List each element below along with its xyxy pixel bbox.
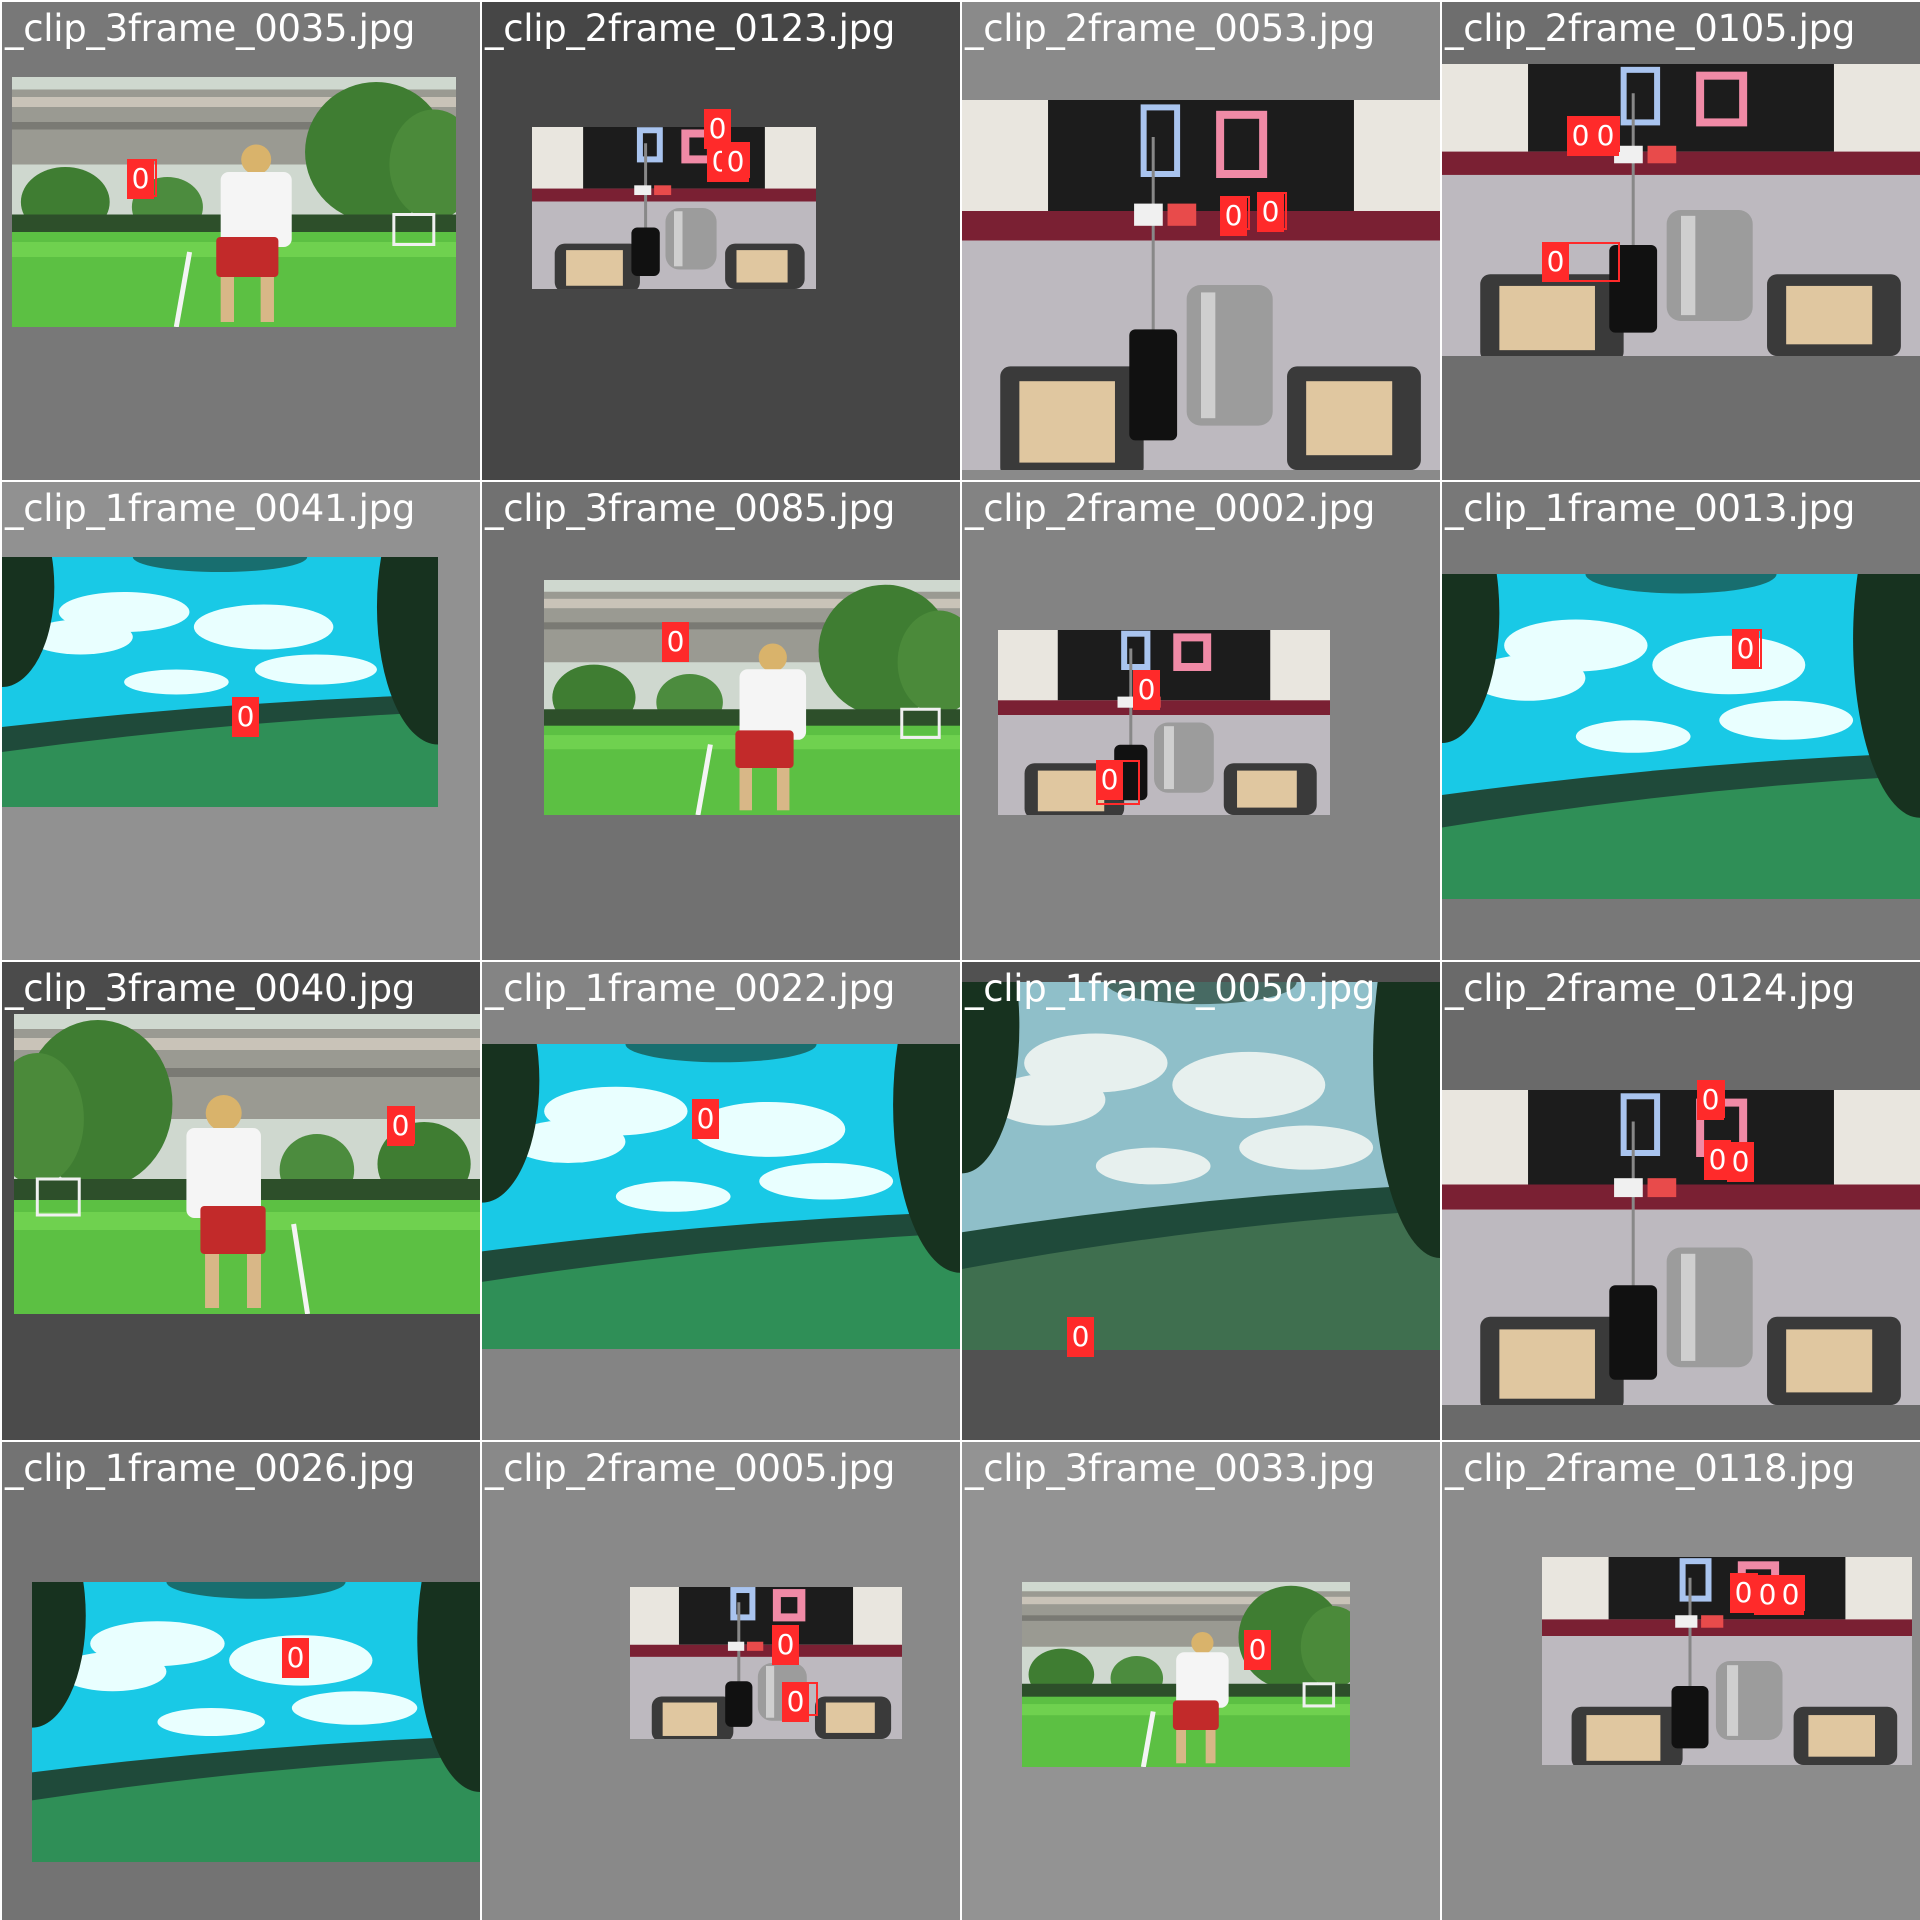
tile-filename: _clip_2frame_0124.jpg xyxy=(1445,967,1856,1010)
image-tile[interactable]: 0 0 _clip_2frame_0002.jpg xyxy=(962,482,1440,960)
tile-filename: _clip_2frame_0053.jpg xyxy=(965,7,1376,50)
detection-label: 0 xyxy=(127,159,154,199)
tile-filename: _clip_3frame_0040.jpg xyxy=(5,967,416,1010)
detection-label: 0 xyxy=(1777,1575,1804,1615)
image-tile[interactable]: 0 _clip_3frame_0040.jpg xyxy=(2,962,480,1440)
detection-label: 0 xyxy=(1257,192,1284,232)
tile-filename: _clip_3frame_0035.jpg xyxy=(5,7,416,50)
frame-image xyxy=(532,127,816,289)
detection-label: 0 xyxy=(1732,629,1759,669)
frame-image xyxy=(962,982,1440,1350)
frame-image xyxy=(2,557,438,807)
frame-image xyxy=(482,1044,960,1349)
detection-label: 0 xyxy=(1244,1630,1271,1670)
detection-label: 0 xyxy=(1697,1080,1724,1120)
frame-image xyxy=(1022,1582,1350,1767)
tile-filename: _clip_1frame_0026.jpg xyxy=(5,1447,416,1490)
frame-image xyxy=(1442,64,1920,356)
detection-label: 0 xyxy=(1592,116,1619,156)
detection-label: 0 xyxy=(1730,1573,1757,1613)
detection-label: 0 xyxy=(1542,242,1569,282)
detection-mosaic-grid: 0 _clip_3frame_0035.jpg 0 0 0 _clip_2frame_0… xyxy=(0,0,1920,1920)
image-tile[interactable]: 0 0 0 _clip_2frame_0118.jpg xyxy=(1442,1442,1920,1920)
frame-image xyxy=(32,1582,480,1862)
tile-filename: _clip_3frame_0085.jpg xyxy=(485,487,896,530)
image-tile[interactable]: 0 _clip_1frame_0050.jpg xyxy=(962,962,1440,1440)
tile-filename: _clip_2frame_0002.jpg xyxy=(965,487,1376,530)
detection-label: 0 xyxy=(387,1106,414,1146)
frame-image xyxy=(962,100,1440,470)
tile-filename: _clip_2frame_0123.jpg xyxy=(485,7,896,50)
detection-label: 0 xyxy=(1133,670,1160,710)
detection-label: 0 xyxy=(282,1638,309,1678)
image-tile[interactable]: 0 0 _clip_2frame_0005.jpg xyxy=(482,1442,960,1920)
image-tile[interactable]: 0 _clip_3frame_0035.jpg xyxy=(2,2,480,480)
frame-image xyxy=(1442,574,1920,899)
detection-label: 0 xyxy=(692,1099,719,1139)
frame-image xyxy=(1442,1090,1920,1405)
image-tile[interactable]: 0 0 _clip_2frame_0053.jpg xyxy=(962,2,1440,480)
frame-image xyxy=(1542,1557,1912,1765)
frame-image xyxy=(14,1014,480,1314)
frame-image xyxy=(998,630,1330,815)
frame-image xyxy=(630,1587,902,1739)
tile-filename: _clip_1frame_0022.jpg xyxy=(485,967,896,1010)
detection-label: 0 xyxy=(662,622,689,662)
tile-filename: _clip_2frame_0005.jpg xyxy=(485,1447,896,1490)
tile-filename: _clip_1frame_0050.jpg xyxy=(965,967,1376,1010)
image-tile[interactable]: 0 _clip_3frame_0085.jpg xyxy=(482,482,960,960)
image-tile[interactable]: 0 0 0 _clip_2frame_0105.jpg xyxy=(1442,2,1920,480)
detection-label: 0 xyxy=(722,142,749,182)
detection-label: 0 xyxy=(232,697,259,737)
image-tile[interactable]: 0 _clip_1frame_0026.jpg xyxy=(2,1442,480,1920)
detection-label: 0 xyxy=(782,1682,809,1722)
image-tile[interactable]: 0 0 0 _clip_2frame_0124.jpg xyxy=(1442,962,1920,1440)
tile-filename: _clip_2frame_0105.jpg xyxy=(1445,7,1856,50)
image-tile[interactable]: 0 _clip_1frame_0022.jpg xyxy=(482,962,960,1440)
image-tile[interactable]: 0 _clip_1frame_0041.jpg xyxy=(2,482,480,960)
tile-filename: _clip_3frame_0033.jpg xyxy=(965,1447,1376,1490)
image-tile[interactable]: 0 0 0 _clip_2frame_0123.jpg xyxy=(482,2,960,480)
detection-label: 0 xyxy=(772,1625,799,1665)
detection-label: 0 xyxy=(1727,1142,1754,1182)
tile-filename: _clip_2frame_0118.jpg xyxy=(1445,1447,1856,1490)
detection-label: 0 xyxy=(1567,116,1594,156)
image-tile[interactable]: 0 _clip_1frame_0013.jpg xyxy=(1442,482,1920,960)
frame-image xyxy=(544,580,960,815)
detection-label: 0 xyxy=(1220,196,1247,236)
tile-filename: _clip_1frame_0013.jpg xyxy=(1445,487,1856,530)
image-tile[interactable]: 0 _clip_3frame_0033.jpg xyxy=(962,1442,1440,1920)
detection-label: 0 xyxy=(1096,760,1123,800)
frame-image xyxy=(12,77,456,327)
tile-filename: _clip_1frame_0041.jpg xyxy=(5,487,416,530)
detection-label: 0 xyxy=(1067,1317,1094,1357)
